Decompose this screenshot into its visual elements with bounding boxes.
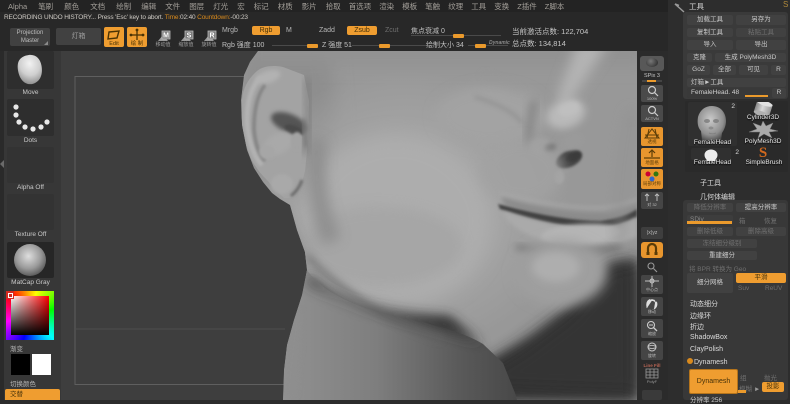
svg-text:M: M [163,33,169,40]
svg-text:S: S [187,33,192,40]
svg-text:R: R [209,33,214,40]
